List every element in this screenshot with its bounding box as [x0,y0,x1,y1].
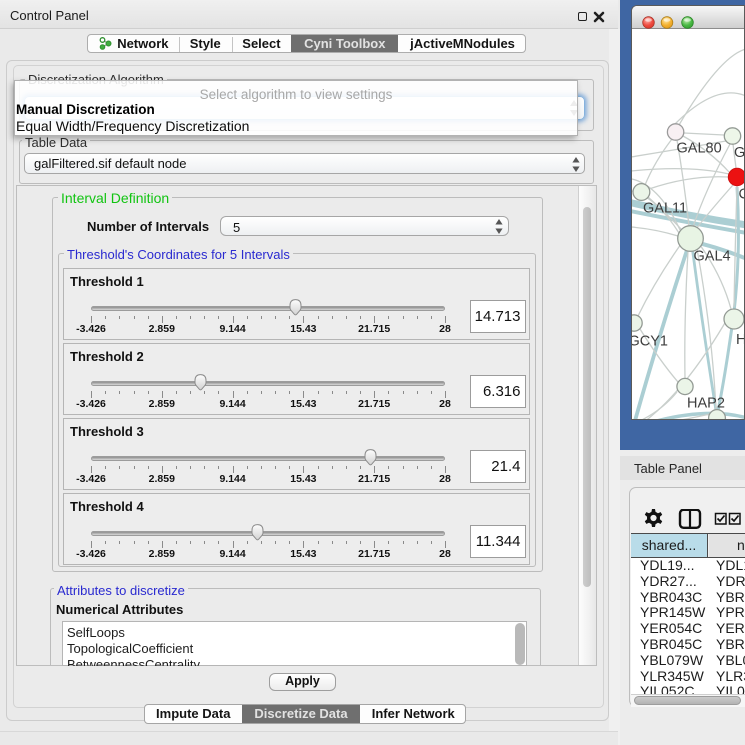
svg-text:GAL80: GAL80 [677,141,722,157]
svg-text:GAL4: GAL4 [694,249,731,265]
svg-text:GAL: GAL [734,145,745,161]
svg-text:GAL11: GAL11 [643,201,687,217]
svg-text:GCY1: GCY1 [632,334,668,350]
svg-text:CD: CD [739,187,745,203]
svg-text:HAP: HAP [736,332,745,348]
svg-text:HAP2: HAP2 [687,396,725,412]
